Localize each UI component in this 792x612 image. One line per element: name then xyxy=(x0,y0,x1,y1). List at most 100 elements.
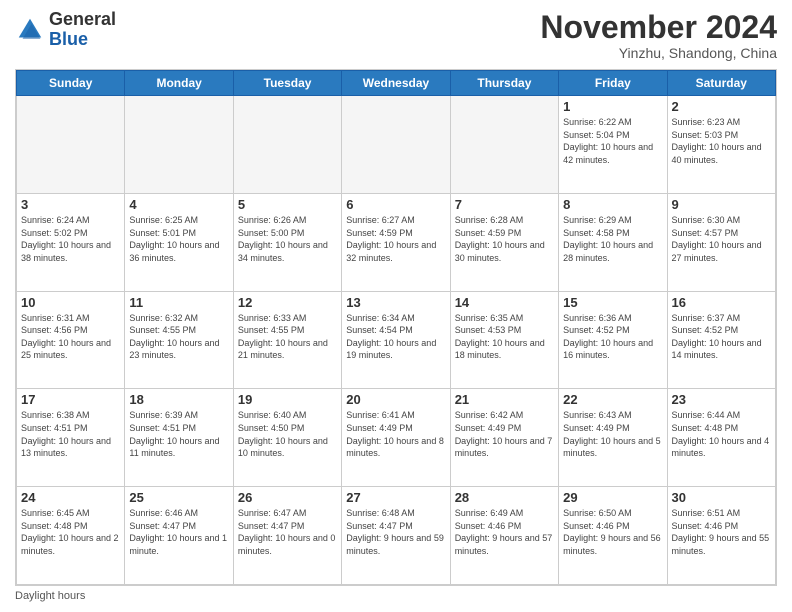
weekday-header: Tuesday xyxy=(233,71,341,96)
day-info: Sunrise: 6:47 AM Sunset: 4:47 PM Dayligh… xyxy=(238,507,337,557)
day-cell: 20Sunrise: 6:41 AM Sunset: 4:49 PM Dayli… xyxy=(342,389,450,487)
day-cell: 6 Sunrise: 6:27 AM Sunset: 4:59 PM Daylig… xyxy=(342,193,450,291)
day-number: 10 xyxy=(21,295,120,310)
day-info: Sunrise: 6:28 AM Sunset: 4:59 PM Dayligh… xyxy=(455,214,554,264)
day-info: Sunrise: 6:23 AM Sunset: 5:03 PM Dayligh… xyxy=(672,116,771,166)
day-info: Sunrise: 6:30 AM Sunset: 4:57 PM Dayligh… xyxy=(672,214,771,264)
day-cell: 10 Sunrise: 6:31 AM Sunset: 4:56 PM Dayli… xyxy=(17,291,125,389)
day-info: Sunrise: 6:51 AM Sunset: 4:46 PM Dayligh… xyxy=(672,507,771,557)
day-cell: 29 Sunrise: 6:50 AM Sunset: 4:46 PM Dayli… xyxy=(559,487,667,585)
day-info: Sunrise: 6:38 AM Sunset: 4:51 PM Dayligh… xyxy=(21,409,120,459)
day-number: 19 xyxy=(238,392,337,407)
day-cell: 24 Sunrise: 6:45 AM Sunset: 4:48 PM Dayli… xyxy=(17,487,125,585)
day-cell: 18 Sunrise: 6:39 AM Sunset: 4:51 PM Dayli… xyxy=(125,389,233,487)
day-cell xyxy=(125,96,233,194)
day-number: 24 xyxy=(21,490,120,505)
day-cell: 9 Sunrise: 6:30 AM Sunset: 4:57 PM Daylig… xyxy=(667,193,775,291)
month-title: November 2024 xyxy=(540,10,777,45)
day-info: Sunrise: 6:42 AM Sunset: 4:49 PM Dayligh… xyxy=(455,409,554,459)
day-info: Sunrise: 6:48 AM Sunset: 4:47 PM Dayligh… xyxy=(346,507,445,557)
subtitle: Yinzhu, Shandong, China xyxy=(540,45,777,61)
day-cell: 21Sunrise: 6:42 AM Sunset: 4:49 PM Dayli… xyxy=(450,389,558,487)
day-info: Sunrise: 6:26 AM Sunset: 5:00 PM Dayligh… xyxy=(238,214,337,264)
day-cell xyxy=(450,96,558,194)
day-number: 6 xyxy=(346,197,445,212)
day-cell: 4Sunrise: 6:25 AM Sunset: 5:01 PM Daylig… xyxy=(125,193,233,291)
day-info: Sunrise: 6:31 AM Sunset: 4:56 PM Dayligh… xyxy=(21,312,120,362)
calendar-week: 3Sunrise: 6:24 AM Sunset: 5:02 PM Daylig… xyxy=(17,193,776,291)
day-cell: 22Sunrise: 6:43 AM Sunset: 4:49 PM Dayli… xyxy=(559,389,667,487)
weekday-header: Sunday xyxy=(17,71,125,96)
day-cell: 16Sunrise: 6:37 AM Sunset: 4:52 PM Dayli… xyxy=(667,291,775,389)
page: General Blue November 2024 Yinzhu, Shand… xyxy=(0,0,792,612)
day-cell: 11Sunrise: 6:32 AM Sunset: 4:55 PM Dayli… xyxy=(125,291,233,389)
day-number: 3 xyxy=(21,197,120,212)
day-number: 12 xyxy=(238,295,337,310)
day-number: 28 xyxy=(455,490,554,505)
day-number: 5 xyxy=(238,197,337,212)
day-info: Sunrise: 6:43 AM Sunset: 4:49 PM Dayligh… xyxy=(563,409,662,459)
logo-general: General xyxy=(49,10,116,30)
day-cell: 14 Sunrise: 6:35 AM Sunset: 4:53 PM Dayli… xyxy=(450,291,558,389)
day-cell: 2 Sunrise: 6:23 AM Sunset: 5:03 PM Daylig… xyxy=(667,96,775,194)
calendar-header: SundayMondayTuesdayWednesdayThursdayFrid… xyxy=(17,71,776,96)
day-number: 27 xyxy=(346,490,445,505)
day-number: 14 xyxy=(455,295,554,310)
day-info: Sunrise: 6:39 AM Sunset: 4:51 PM Dayligh… xyxy=(129,409,228,459)
day-number: 8 xyxy=(563,197,662,212)
day-cell xyxy=(17,96,125,194)
day-info: Sunrise: 6:45 AM Sunset: 4:48 PM Dayligh… xyxy=(21,507,120,557)
day-info: Sunrise: 6:22 AM Sunset: 5:04 PM Dayligh… xyxy=(563,116,662,166)
day-cell xyxy=(233,96,341,194)
calendar-table: SundayMondayTuesdayWednesdayThursdayFrid… xyxy=(16,70,776,585)
day-info: Sunrise: 6:33 AM Sunset: 4:55 PM Dayligh… xyxy=(238,312,337,362)
logo-icon xyxy=(15,15,45,45)
day-cell xyxy=(342,96,450,194)
day-info: Sunrise: 6:50 AM Sunset: 4:46 PM Dayligh… xyxy=(563,507,662,557)
day-number: 7 xyxy=(455,197,554,212)
day-info: Sunrise: 6:36 AM Sunset: 4:52 PM Dayligh… xyxy=(563,312,662,362)
day-cell: 19Sunrise: 6:40 AM Sunset: 4:50 PM Dayli… xyxy=(233,389,341,487)
day-info: Sunrise: 6:34 AM Sunset: 4:54 PM Dayligh… xyxy=(346,312,445,362)
day-number: 29 xyxy=(563,490,662,505)
calendar-week: 24 Sunrise: 6:45 AM Sunset: 4:48 PM Dayli… xyxy=(17,487,776,585)
day-number: 25 xyxy=(129,490,228,505)
day-info: Sunrise: 6:29 AM Sunset: 4:58 PM Dayligh… xyxy=(563,214,662,264)
day-info: Sunrise: 6:41 AM Sunset: 4:49 PM Dayligh… xyxy=(346,409,445,459)
day-number: 15 xyxy=(563,295,662,310)
day-number: 11 xyxy=(129,295,228,310)
day-cell: 28Sunrise: 6:49 AM Sunset: 4:46 PM Dayli… xyxy=(450,487,558,585)
day-cell: 25 Sunrise: 6:46 AM Sunset: 4:47 PM Dayli… xyxy=(125,487,233,585)
weekday-header: Saturday xyxy=(667,71,775,96)
day-cell: 26Sunrise: 6:47 AM Sunset: 4:47 PM Dayli… xyxy=(233,487,341,585)
day-cell: 3Sunrise: 6:24 AM Sunset: 5:02 PM Daylig… xyxy=(17,193,125,291)
header: General Blue November 2024 Yinzhu, Shand… xyxy=(15,10,777,61)
calendar: SundayMondayTuesdayWednesdayThursdayFrid… xyxy=(15,69,777,586)
day-info: Sunrise: 6:25 AM Sunset: 5:01 PM Dayligh… xyxy=(129,214,228,264)
day-cell: 7 Sunrise: 6:28 AM Sunset: 4:59 PM Daylig… xyxy=(450,193,558,291)
title-block: November 2024 Yinzhu, Shandong, China xyxy=(540,10,777,61)
day-cell: 13 Sunrise: 6:34 AM Sunset: 4:54 PM Dayli… xyxy=(342,291,450,389)
day-cell: 15 Sunrise: 6:36 AM Sunset: 4:52 PM Dayli… xyxy=(559,291,667,389)
day-cell: 17Sunrise: 6:38 AM Sunset: 4:51 PM Dayli… xyxy=(17,389,125,487)
weekday-header: Friday xyxy=(559,71,667,96)
day-cell: 5 Sunrise: 6:26 AM Sunset: 5:00 PM Daylig… xyxy=(233,193,341,291)
day-number: 13 xyxy=(346,295,445,310)
day-number: 9 xyxy=(672,197,771,212)
calendar-body: 1Sunrise: 6:22 AM Sunset: 5:04 PM Daylig… xyxy=(17,96,776,585)
day-info: Sunrise: 6:44 AM Sunset: 4:48 PM Dayligh… xyxy=(672,409,771,459)
day-number: 2 xyxy=(672,99,771,114)
weekday-header: Thursday xyxy=(450,71,558,96)
day-info: Sunrise: 6:35 AM Sunset: 4:53 PM Dayligh… xyxy=(455,312,554,362)
weekday-header: Wednesday xyxy=(342,71,450,96)
calendar-week: 1Sunrise: 6:22 AM Sunset: 5:04 PM Daylig… xyxy=(17,96,776,194)
logo: General Blue xyxy=(15,10,116,50)
calendar-week: 10 Sunrise: 6:31 AM Sunset: 4:56 PM Dayli… xyxy=(17,291,776,389)
calendar-week: 17Sunrise: 6:38 AM Sunset: 4:51 PM Dayli… xyxy=(17,389,776,487)
day-info: Sunrise: 6:27 AM Sunset: 4:59 PM Dayligh… xyxy=(346,214,445,264)
day-info: Sunrise: 6:46 AM Sunset: 4:47 PM Dayligh… xyxy=(129,507,228,557)
day-number: 16 xyxy=(672,295,771,310)
logo-blue: Blue xyxy=(49,30,116,50)
day-number: 18 xyxy=(129,392,228,407)
footer: Daylight hours xyxy=(15,590,777,602)
